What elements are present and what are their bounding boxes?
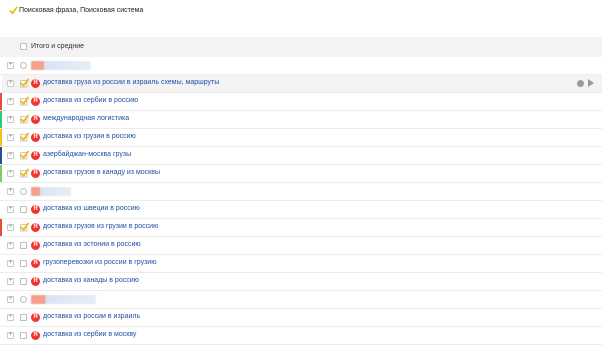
grouping-title[interactable]: Поисковая фраза, Поисковая система	[19, 7, 143, 14]
search-phrase-link[interactable]: доставка из сербии в москву	[43, 331, 136, 338]
expand-icon[interactable]: +	[7, 188, 14, 195]
group-select-radio[interactable]	[20, 188, 27, 195]
expand-icon[interactable]: +	[7, 242, 14, 249]
checked-checkbox-icon[interactable]	[19, 78, 29, 88]
row-color-marker	[0, 93, 2, 110]
yandex-icon: Я	[31, 151, 40, 160]
expand-icon[interactable]: +	[7, 80, 14, 87]
search-phrase-link[interactable]: доставка из швеции в россию	[43, 205, 140, 212]
report-icon[interactable]	[577, 79, 584, 87]
yandex-icon: Я	[31, 205, 40, 214]
checked-checkbox-icon[interactable]	[19, 132, 29, 142]
table-row[interactable]: + Ядоставка из канады в россию	[0, 273, 602, 291]
yandex-icon: Я	[31, 169, 40, 178]
search-phrase-link[interactable]: доставка из сербии в россию	[43, 97, 138, 104]
table-row[interactable]: + Ядоставка из грузии в россию	[0, 129, 602, 147]
yandex-icon: Я	[31, 79, 40, 88]
search-phrase-link[interactable]: международная логистика	[43, 115, 129, 122]
yandex-icon: Я	[31, 97, 40, 106]
group-row[interactable]: +	[0, 291, 602, 309]
column-header: Поисковая фраза, Поисковая система	[0, 0, 602, 37]
expand-icon[interactable]: +	[7, 152, 14, 159]
yandex-icon: Я	[31, 115, 40, 124]
row-color-marker	[0, 111, 2, 128]
row-color-marker	[0, 165, 2, 182]
rows-table: + + Ядоставка груза из россии в израиль сх…	[0, 57, 602, 345]
yandex-icon: Я	[31, 241, 40, 250]
blurred-group-label	[31, 187, 71, 196]
expand-icon[interactable]: +	[7, 278, 14, 285]
checked-checkbox-icon[interactable]	[19, 150, 29, 160]
row-color-marker	[0, 147, 2, 164]
search-phrase-link[interactable]: доставка из россии в израиль	[43, 313, 140, 320]
expand-icon[interactable]: +	[7, 170, 14, 177]
row-checkbox[interactable]	[20, 206, 27, 213]
expand-icon[interactable]: +	[7, 332, 14, 339]
yandex-icon: Я	[31, 223, 40, 232]
group-row[interactable]: +	[0, 57, 602, 75]
table-row[interactable]: + Ягрузоперевозки из россии в грузию	[0, 255, 602, 273]
table-row[interactable]: + Ядоставка из сербии в москву	[0, 327, 602, 345]
play-icon[interactable]	[588, 79, 594, 87]
expand-icon[interactable]: +	[7, 134, 14, 141]
yandex-icon: Я	[31, 331, 40, 340]
yandex-icon: Я	[31, 313, 40, 322]
row-actions	[577, 79, 594, 87]
table-row[interactable]: + Ядоставка из эстонии в россию	[0, 237, 602, 255]
expand-icon[interactable]: +	[7, 116, 14, 123]
table-row[interactable]: + Яазербайджан-москва грузы	[0, 147, 602, 165]
group-select-radio[interactable]	[20, 62, 27, 69]
table-row[interactable]: + Ядоставка из сербии в россию	[0, 93, 602, 111]
search-phrase-link[interactable]: грузоперевозки из россии в грузию	[43, 259, 156, 266]
totals-label: Итого и средние	[31, 43, 85, 50]
table-row[interactable]: + Ядоставка грузов из грузии в россию	[0, 219, 602, 237]
row-color-marker	[0, 129, 2, 146]
expand-icon[interactable]: +	[7, 62, 14, 69]
blurred-group-label	[31, 295, 96, 304]
totals-checkbox[interactable]	[20, 43, 27, 50]
table-row[interactable]: + Ядоставка из швеции в россию	[0, 201, 602, 219]
row-checkbox[interactable]	[20, 242, 27, 249]
checked-checkbox-icon[interactable]	[19, 222, 29, 232]
totals-row: Итого и средние	[0, 37, 602, 57]
search-phrase-link[interactable]: доставка груза из россии в израиль схемы…	[43, 79, 219, 86]
row-checkbox[interactable]	[20, 260, 27, 267]
yandex-icon: Я	[31, 277, 40, 286]
table-row[interactable]: + Ядоставка грузов в канаду из москвы	[0, 165, 602, 183]
search-phrase-link[interactable]: доставка из эстонии в россию	[43, 241, 141, 248]
checked-checkbox-icon[interactable]	[19, 114, 29, 124]
expand-icon[interactable]: +	[7, 296, 14, 303]
table-row[interactable]: + Ядоставка груза из россии в израиль схе…	[0, 75, 602, 93]
header-check-icon[interactable]	[9, 6, 18, 15]
table-row[interactable]: + Ядоставка из россии в израиль	[0, 309, 602, 327]
row-checkbox[interactable]	[20, 314, 27, 321]
yandex-icon: Я	[31, 133, 40, 142]
row-checkbox[interactable]	[20, 278, 27, 285]
row-checkbox[interactable]	[20, 332, 27, 339]
group-row[interactable]: +	[0, 183, 602, 201]
group-select-radio[interactable]	[20, 296, 27, 303]
yandex-icon: Я	[31, 259, 40, 268]
expand-icon[interactable]: +	[7, 224, 14, 231]
search-phrase-link[interactable]: доставка из канады в россию	[43, 277, 139, 284]
row-color-marker	[0, 75, 2, 92]
expand-icon[interactable]: +	[7, 98, 14, 105]
search-phrase-link[interactable]: доставка грузов в канаду из москвы	[43, 169, 160, 176]
search-phrase-link[interactable]: доставка из грузии в россию	[43, 133, 136, 140]
table-row[interactable]: + Ямеждународная логистика	[0, 111, 602, 129]
checked-checkbox-icon[interactable]	[19, 96, 29, 106]
search-phrase-link[interactable]: азербайджан-москва грузы	[43, 151, 131, 158]
expand-icon[interactable]: +	[7, 260, 14, 267]
expand-icon[interactable]: +	[7, 314, 14, 321]
search-phrase-link[interactable]: доставка грузов из грузии в россию	[43, 223, 158, 230]
blurred-group-label	[31, 61, 91, 70]
checked-checkbox-icon[interactable]	[19, 168, 29, 178]
row-color-marker	[0, 219, 2, 236]
expand-icon[interactable]: +	[7, 206, 14, 213]
